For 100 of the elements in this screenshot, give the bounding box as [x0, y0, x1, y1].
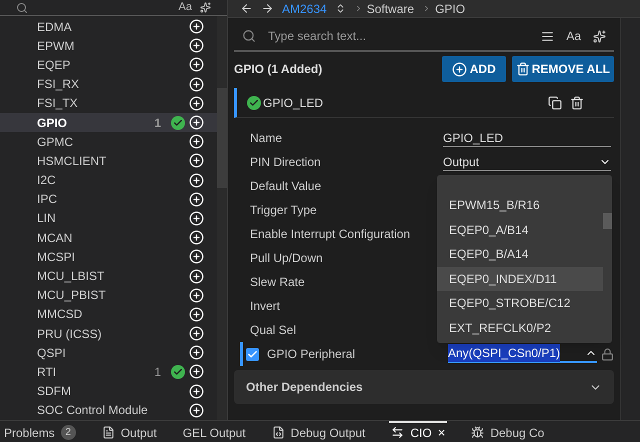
- checkbox[interactable]: [246, 348, 259, 360]
- add-icon[interactable]: [189, 210, 204, 226]
- scrollbar-thumb[interactable]: [217, 88, 227, 188]
- match-case-toggle[interactable]: Aa: [566, 27, 581, 45]
- document-icon: [102, 426, 115, 439]
- panel-tab[interactable]: Output: [100, 421, 159, 442]
- field-label: Trigger Type: [250, 202, 318, 219]
- field-label: PIN Direction: [250, 154, 322, 171]
- sidebar-item[interactable]: MCU_LBIST: [0, 266, 217, 286]
- sidebar-item[interactable]: SDFM: [0, 382, 217, 401]
- add-icon[interactable]: [189, 115, 204, 130]
- panel-tab[interactable]: GEL Output: [180, 421, 248, 442]
- scrollbar-thumb[interactable]: [603, 213, 612, 229]
- count-label: 1: [154, 364, 161, 381]
- sidebar-item[interactable]: MMCSD: [0, 304, 217, 324]
- add-icon[interactable]: [189, 326, 204, 342]
- dropdown-option[interactable]: EQEP0_STROBE/C12: [437, 291, 603, 316]
- sidebar-item[interactable]: MCAN: [0, 228, 217, 248]
- field-label: Qual Sel: [250, 322, 298, 339]
- dropdown-option[interactable]: EQEP0_INDEX/D11: [437, 266, 603, 291]
- sidebar-item[interactable]: QSPI: [0, 343, 217, 362]
- sidebar-item[interactable]: LIN: [0, 208, 217, 228]
- add-icon[interactable]: [189, 172, 204, 188]
- swap-icon: [391, 426, 404, 439]
- add-icon[interactable]: [189, 153, 204, 168]
- panel-tab[interactable]: Problems 2: [2, 421, 78, 442]
- add-icon[interactable]: [189, 76, 204, 92]
- add-icon[interactable]: [189, 19, 204, 34]
- add-icon[interactable]: [189, 402, 204, 418]
- forward-icon[interactable]: [261, 2, 274, 15]
- add-icon[interactable]: [189, 288, 204, 303]
- sidebar-item[interactable]: EQEP: [0, 55, 217, 75]
- trash-icon: [516, 62, 530, 76]
- add-button[interactable]: ADD: [442, 56, 506, 82]
- search-icon[interactable]: [242, 29, 256, 43]
- dropdown-option[interactable]: EPWM15_B/R16: [437, 193, 603, 218]
- field-label: GPIO Peripheral: [267, 346, 356, 363]
- add-icon[interactable]: [189, 345, 204, 360]
- field-label: Enable Interrupt Configuration: [250, 226, 412, 243]
- delete-icon[interactable]: [570, 96, 584, 110]
- sidebar-item[interactable]: GPIO 1: [0, 112, 217, 132]
- sidebar-item[interactable]: MCSPI: [0, 247, 217, 266]
- panel-tab[interactable]: Debug Output: [270, 421, 368, 442]
- breadcrumb-item[interactable]: Software: [366, 0, 414, 18]
- instance-row[interactable]: GPIO_LED: [234, 88, 614, 118]
- field-label: Slew Rate: [250, 274, 306, 291]
- remove-all-button[interactable]: REMOVE ALL: [512, 56, 614, 82]
- add-icon[interactable]: [189, 192, 204, 207]
- close-icon[interactable]: ×: [438, 422, 446, 442]
- section-header[interactable]: Other Dependencies: [234, 370, 614, 404]
- add-icon[interactable]: [189, 134, 204, 150]
- dropdown-option[interactable]: EXT_REFCLK0/P2: [437, 316, 603, 340]
- field-label: Invert: [250, 298, 282, 315]
- sidebar-item[interactable]: FSI_RX: [0, 74, 217, 94]
- breadcrumb-item[interactable]: GPIO: [435, 0, 466, 18]
- back-icon[interactable]: [240, 2, 253, 15]
- add-icon[interactable]: [189, 384, 204, 399]
- add-icon[interactable]: [189, 57, 204, 72]
- select-field[interactable]: Output: [443, 153, 611, 171]
- sidebar-item[interactable]: EDMA: [0, 17, 217, 36]
- instance-name: GPIO_LED: [263, 94, 324, 112]
- search-field[interactable]: Type search text...: [268, 27, 530, 45]
- add-icon[interactable]: [189, 268, 204, 284]
- search-icon[interactable]: [16, 2, 28, 14]
- sidebar-item[interactable]: PRU (ICSS): [0, 324, 217, 344]
- sidebar-item[interactable]: I2C: [0, 170, 217, 190]
- sidebar-item[interactable]: GPMC: [0, 132, 217, 152]
- add-icon[interactable]: [189, 96, 204, 111]
- add-icon[interactable]: [189, 306, 204, 322]
- bug-icon: [471, 426, 484, 439]
- lock-icon[interactable]: [601, 348, 614, 360]
- code-file-icon: [272, 426, 285, 439]
- sidebar-item[interactable]: EPWM: [0, 36, 217, 56]
- field-label: Name: [250, 130, 284, 147]
- sidebar-item[interactable]: RTI 1: [0, 362, 217, 382]
- add-icon[interactable]: [189, 230, 204, 246]
- add-icon[interactable]: [189, 249, 204, 264]
- sidebar-item[interactable]: SOC Control Module: [0, 400, 217, 420]
- count-badge: 2: [60, 425, 76, 440]
- dropdown-option[interactable]: EQEP0_B/A14: [437, 242, 603, 266]
- field-label: Pull Up/Down: [250, 250, 324, 267]
- device-link[interactable]: AM2634: [282, 0, 327, 18]
- sidebar-item[interactable]: MCU_PBIST: [0, 286, 217, 305]
- lines-icon[interactable]: [541, 30, 554, 42]
- add-icon[interactable]: [189, 38, 204, 54]
- text-field[interactable]: GPIO_LED: [443, 129, 611, 147]
- sidebar-item[interactable]: IPC: [0, 190, 217, 209]
- sidebar-item[interactable]: HSMCLIENT: [0, 151, 217, 170]
- sparkle-icon[interactable]: [593, 30, 606, 42]
- count-label: 1: [154, 114, 161, 132]
- dropdown-option[interactable]: EQEP0_A/B14: [437, 218, 603, 242]
- field-label: Default Value: [250, 178, 322, 195]
- panel-tab[interactable]: CIO ×: [389, 421, 448, 442]
- sparkle-icon[interactable]: [200, 2, 211, 13]
- add-icon[interactable]: [189, 364, 204, 380]
- sidebar-item[interactable]: FSI_TX: [0, 94, 217, 113]
- panel-tab[interactable]: Debug Co: [469, 421, 546, 442]
- panel-title: GPIO (1 Added): [234, 61, 324, 78]
- match-case-toggle[interactable]: Aa: [178, 2, 192, 13]
- copy-icon[interactable]: [548, 96, 562, 110]
